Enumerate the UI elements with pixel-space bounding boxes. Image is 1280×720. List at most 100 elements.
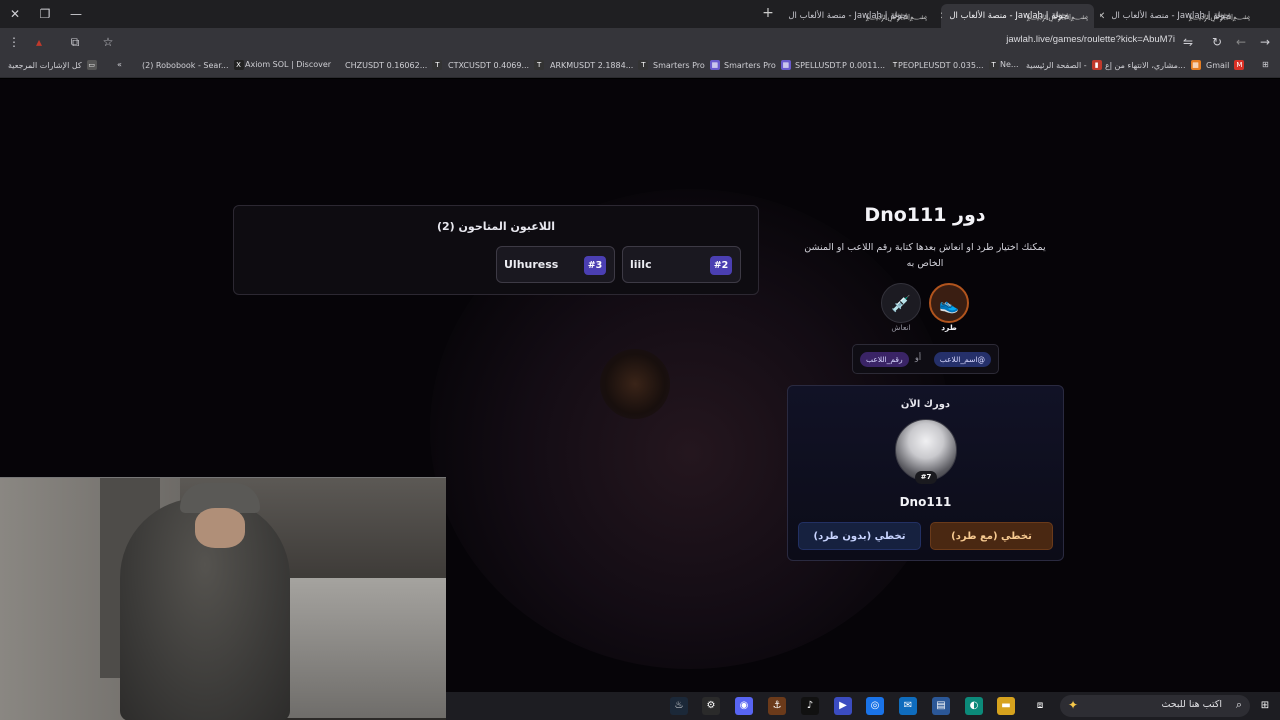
bookmark-label: CTXCUSDT 0.4069... <box>448 60 530 70</box>
reload-icon[interactable]: ↻ <box>1208 33 1226 51</box>
player-name: liilc <box>630 258 652 271</box>
revive-label: انعاش <box>891 323 911 332</box>
file-explorer-icon[interactable]: ▬ <box>997 697 1015 715</box>
webcam-overlay <box>0 477 446 720</box>
apps-grid-icon[interactable]: ⊞ <box>1262 60 1269 69</box>
home-page-icon: ▮ <box>1091 60 1102 70</box>
bookmarks-bar: كل الإشارات المرجعية ▭ « (2) Robobook - S… <box>0 56 1280 78</box>
tradingview-icon: T <box>638 60 649 70</box>
app-play-icon[interactable]: ▶ <box>834 697 852 715</box>
task-view-icon[interactable]: ⧈ <box>1031 697 1049 715</box>
bookmark-label: (2) Robobook - Sear... <box>142 60 229 70</box>
bookmark-item[interactable]: Axiom SOL | Discover <box>245 60 331 69</box>
close-tab-icon[interactable]: ✕ <box>1100 11 1105 22</box>
tiktok-icon[interactable]: ♪ <box>801 697 819 715</box>
bookmark-label: Ne... <box>1000 60 1019 69</box>
forward-icon[interactable]: ← <box>1232 33 1250 51</box>
back-icon[interactable]: → <box>1256 33 1274 51</box>
store-icon[interactable]: ▤ <box>932 697 950 715</box>
bookmark-item[interactable]: الصفحة الرئيسية - ▮ <box>1026 60 1102 70</box>
windows-taskbar: ♨ ⚙ ◉ ⚓ ♪ ▶ ◎ ✉ ▤ ◐ ▬ ⧈ ✦ اكتب هنا للبحث… <box>446 692 1280 720</box>
extension-icon[interactable]: ▴ <box>30 33 48 51</box>
browser-tab[interactable]: ﷽ جولة | Jawlah - منصة الألعاب ال ✕ <box>1100 4 1256 28</box>
bookmark-gmail[interactable]: Gmail M <box>1206 60 1245 70</box>
avatar-number-badge: #7 <box>915 471 937 484</box>
webcam-face <box>195 508 245 548</box>
wheel-center-glow <box>600 349 670 419</box>
available-players-panel: اللاعبون المتاحون (2) Ulhuress #3 liilc … <box>233 205 759 295</box>
restore-window-icon[interactable]: ❐ <box>34 4 56 24</box>
bookmark-item[interactable]: (2) Robobook - Sear... X <box>142 60 244 70</box>
steam-icon[interactable]: ♨ <box>670 697 688 715</box>
jawlah-favicon-icon: ﷽ <box>1026 11 1088 21</box>
bookmark-item[interactable]: مشاري، الانتهاء من إع... ▦ <box>1105 60 1201 70</box>
address-bar: ⋮ ▴ ⧉ ☆ jawlah.live/games/roulette?kick=… <box>0 28 1280 56</box>
bookmark-label: Smarters Pro <box>653 60 705 70</box>
current-player-name: Dno111 <box>899 495 952 509</box>
edge-icon[interactable]: ◐ <box>965 697 983 715</box>
bookmarks-overflow-icon[interactable]: « <box>117 60 122 69</box>
player-name: Ulhuress <box>504 258 559 271</box>
jawlah-favicon-icon: ﷽ <box>865 11 927 21</box>
revive-action-button[interactable]: 💉 <box>881 283 921 323</box>
skip-with-kick-button[interactable]: تخطي (مع طرد) <box>930 522 1053 550</box>
bookmark-star-icon[interactable]: ☆ <box>99 33 117 51</box>
taskbar-search[interactable]: ✦ اكتب هنا للبحث ⌕ <box>1060 695 1250 717</box>
site-settings-icon[interactable]: ⇋ <box>1179 33 1197 51</box>
tab-label: جولة | Jawlah - منصة الألعاب ال <box>949 11 1068 21</box>
chrome-icon[interactable]: ◎ <box>866 697 884 715</box>
current-turn-card: دورك الآن #7 Dno111 تخطي (مع طرد) تخطي (… <box>787 385 1064 561</box>
browser-tab-active[interactable]: ﷽ جولة | Jawlah - منصة الألعاب ال ✕ <box>941 4 1094 28</box>
turn-description: يمكنك اختيار طرد او انعاش بعدها كتابة رق… <box>804 242 1046 269</box>
player-name-chip: @اسم_اللاعب <box>933 352 991 367</box>
bookmark-item[interactable]: SPELLUSDT.P 0.0011... T <box>795 60 901 70</box>
outlook-icon[interactable]: ✉ <box>899 697 917 715</box>
syringe-icon: 💉 <box>891 294 911 313</box>
bookmark-item[interactable]: CTXCUSDT 0.4069... T <box>448 60 545 70</box>
app-anchor-icon[interactable]: ⚓ <box>768 697 786 715</box>
bookmark-label: Gmail <box>1206 60 1230 70</box>
bookmark-favicon-icon: ▦ <box>1190 60 1201 70</box>
smarters-icon: ▦ <box>780 60 791 70</box>
sneaker-kick-icon: 👟 <box>939 295 959 314</box>
close-tab-icon[interactable]: ✕ <box>941 11 943 22</box>
close-window-icon[interactable]: ✕ <box>4 4 26 24</box>
app-icon[interactable]: ⚙ <box>702 697 720 715</box>
kick-action-button[interactable]: 👟 <box>929 283 969 323</box>
x-icon: X <box>233 60 244 70</box>
tab-label: جولة | Jawlah - منصة الألعاب ال <box>1111 11 1230 21</box>
search-placeholder: اكتب هنا للبحث <box>1161 699 1222 710</box>
bookmark-item[interactable]: CHZUSDT 0.16062... T <box>345 60 443 70</box>
mention-hint-box: @اسم_اللاعب أو رقم_اللاعب <box>852 344 999 374</box>
bookmark-label: Axiom SOL | Discover <box>245 60 332 69</box>
bookmark-label: PEOPLEUSDT 0.035... <box>898 60 984 70</box>
extensions-puzzle-icon[interactable]: ⧉ <box>66 33 84 51</box>
tradingview-icon: T <box>534 60 545 70</box>
players-title: اللاعبون المتاحون (2) <box>436 220 556 233</box>
menu-dots-icon[interactable]: ⋮ <box>5 33 23 51</box>
player-card[interactable]: liilc #2 <box>622 246 741 283</box>
jawlah-favicon-icon: ﷽ <box>1188 11 1250 21</box>
bookmark-label: CHZUSDT 0.16062... <box>345 60 428 70</box>
screen: ✕ ❐ — + ﷽ جولة | Jawlah - منصة الألعاب ا… <box>0 0 1280 720</box>
bookmark-all[interactable]: كل الإشارات المرجعية ▭ <box>8 60 97 70</box>
windows-start-icon[interactable]: ⊞ <box>1256 697 1274 715</box>
url-field[interactable]: jawlah.live/games/roulette?kick=AbuM7i <box>860 34 1175 45</box>
bookmark-item[interactable]: Ne... <box>1000 60 1019 69</box>
minimize-window-icon[interactable]: — <box>65 4 87 24</box>
browser-tab[interactable]: ﷽ جولة | Jawlah - منصة الألعاب ال ✕ <box>783 4 933 28</box>
player-number-badge: #3 <box>584 256 606 275</box>
bookmark-label: ARKMUSDT 2.1884... <box>550 60 634 70</box>
bookmark-item[interactable]: Smarters Pro ▦ <box>724 60 791 70</box>
player-number-chip: رقم_اللاعب <box>860 352 909 367</box>
tab-label: جولة | Jawlah - منصة الألعاب ال <box>788 11 907 21</box>
new-tab-button[interactable]: + <box>760 4 776 22</box>
player-card[interactable]: Ulhuress #3 <box>496 246 615 283</box>
bookmark-item[interactable]: ARKMUSDT 2.1884... T <box>550 60 649 70</box>
bookmark-item[interactable]: Smarters Pro ▦ <box>653 60 720 70</box>
skip-without-kick-button[interactable]: تخطي (بدون طرد) <box>798 522 921 550</box>
bookmark-item[interactable]: PEOPLEUSDT 0.035... T <box>898 60 999 70</box>
discord-icon[interactable]: ◉ <box>735 697 753 715</box>
tradingview-icon: T <box>432 60 443 70</box>
bookmark-label: الصفحة الرئيسية - <box>1026 60 1087 70</box>
